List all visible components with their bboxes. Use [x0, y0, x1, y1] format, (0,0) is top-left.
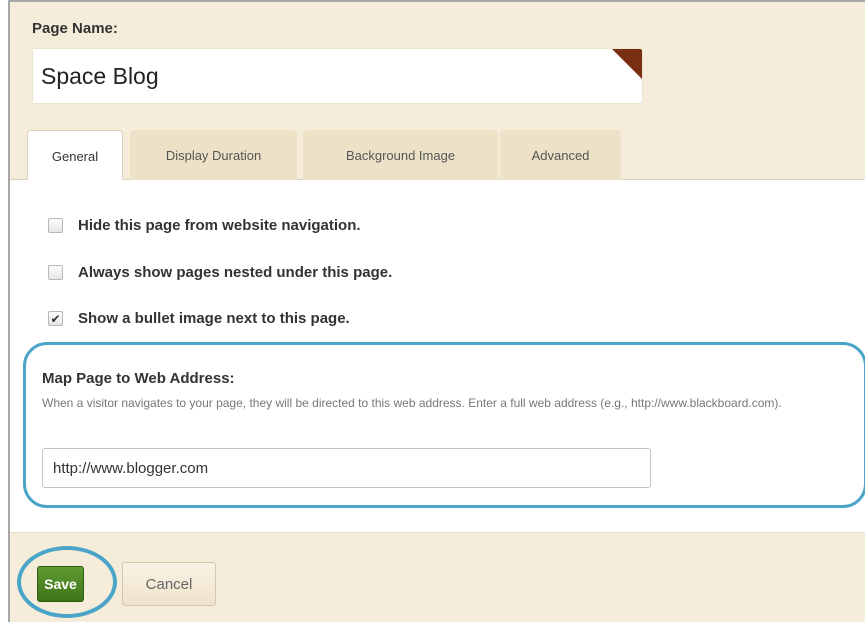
- show-nested-pages-label: Always show pages nested under this page…: [78, 264, 393, 281]
- web-address-input[interactable]: [42, 448, 651, 488]
- show-nested-pages-option[interactable]: Always show pages nested under this page…: [48, 264, 392, 281]
- cancel-button[interactable]: Cancel: [122, 562, 216, 606]
- corner-flag-icon: [612, 49, 642, 79]
- hide-from-navigation-option[interactable]: Hide this page from website navigation.: [48, 217, 361, 234]
- tab-bar: General Display Duration Background Imag…: [10, 130, 865, 181]
- page-name-field[interactable]: [32, 48, 643, 104]
- map-web-address-section: Map Page to Web Address: When a visitor …: [23, 342, 865, 508]
- map-web-address-help: When a visitor navigates to your page, t…: [42, 396, 782, 410]
- general-tab-content: Hide this page from website navigation. …: [10, 180, 865, 532]
- tab-background-image[interactable]: Background Image: [303, 130, 498, 180]
- hide-from-navigation-label: Hide this page from website navigation.: [78, 217, 361, 234]
- show-bullet-image-label: Show a bullet image next to this page.: [78, 310, 350, 327]
- hide-from-navigation-checkbox[interactable]: [48, 218, 63, 233]
- show-bullet-image-checkbox[interactable]: ✔: [48, 311, 63, 326]
- tab-advanced[interactable]: Advanced: [500, 130, 621, 180]
- show-nested-pages-checkbox[interactable]: [48, 265, 63, 280]
- page-name-label: Page Name:: [32, 20, 118, 37]
- page-name-input[interactable]: [33, 49, 642, 103]
- tab-general[interactable]: General: [27, 130, 123, 181]
- footer-divider: [10, 532, 865, 533]
- map-web-address-title: Map Page to Web Address:: [42, 370, 235, 387]
- save-button[interactable]: Save: [37, 566, 84, 602]
- tab-display-duration[interactable]: Display Duration: [130, 130, 297, 180]
- show-bullet-image-option[interactable]: ✔ Show a bullet image next to this page.: [48, 310, 350, 327]
